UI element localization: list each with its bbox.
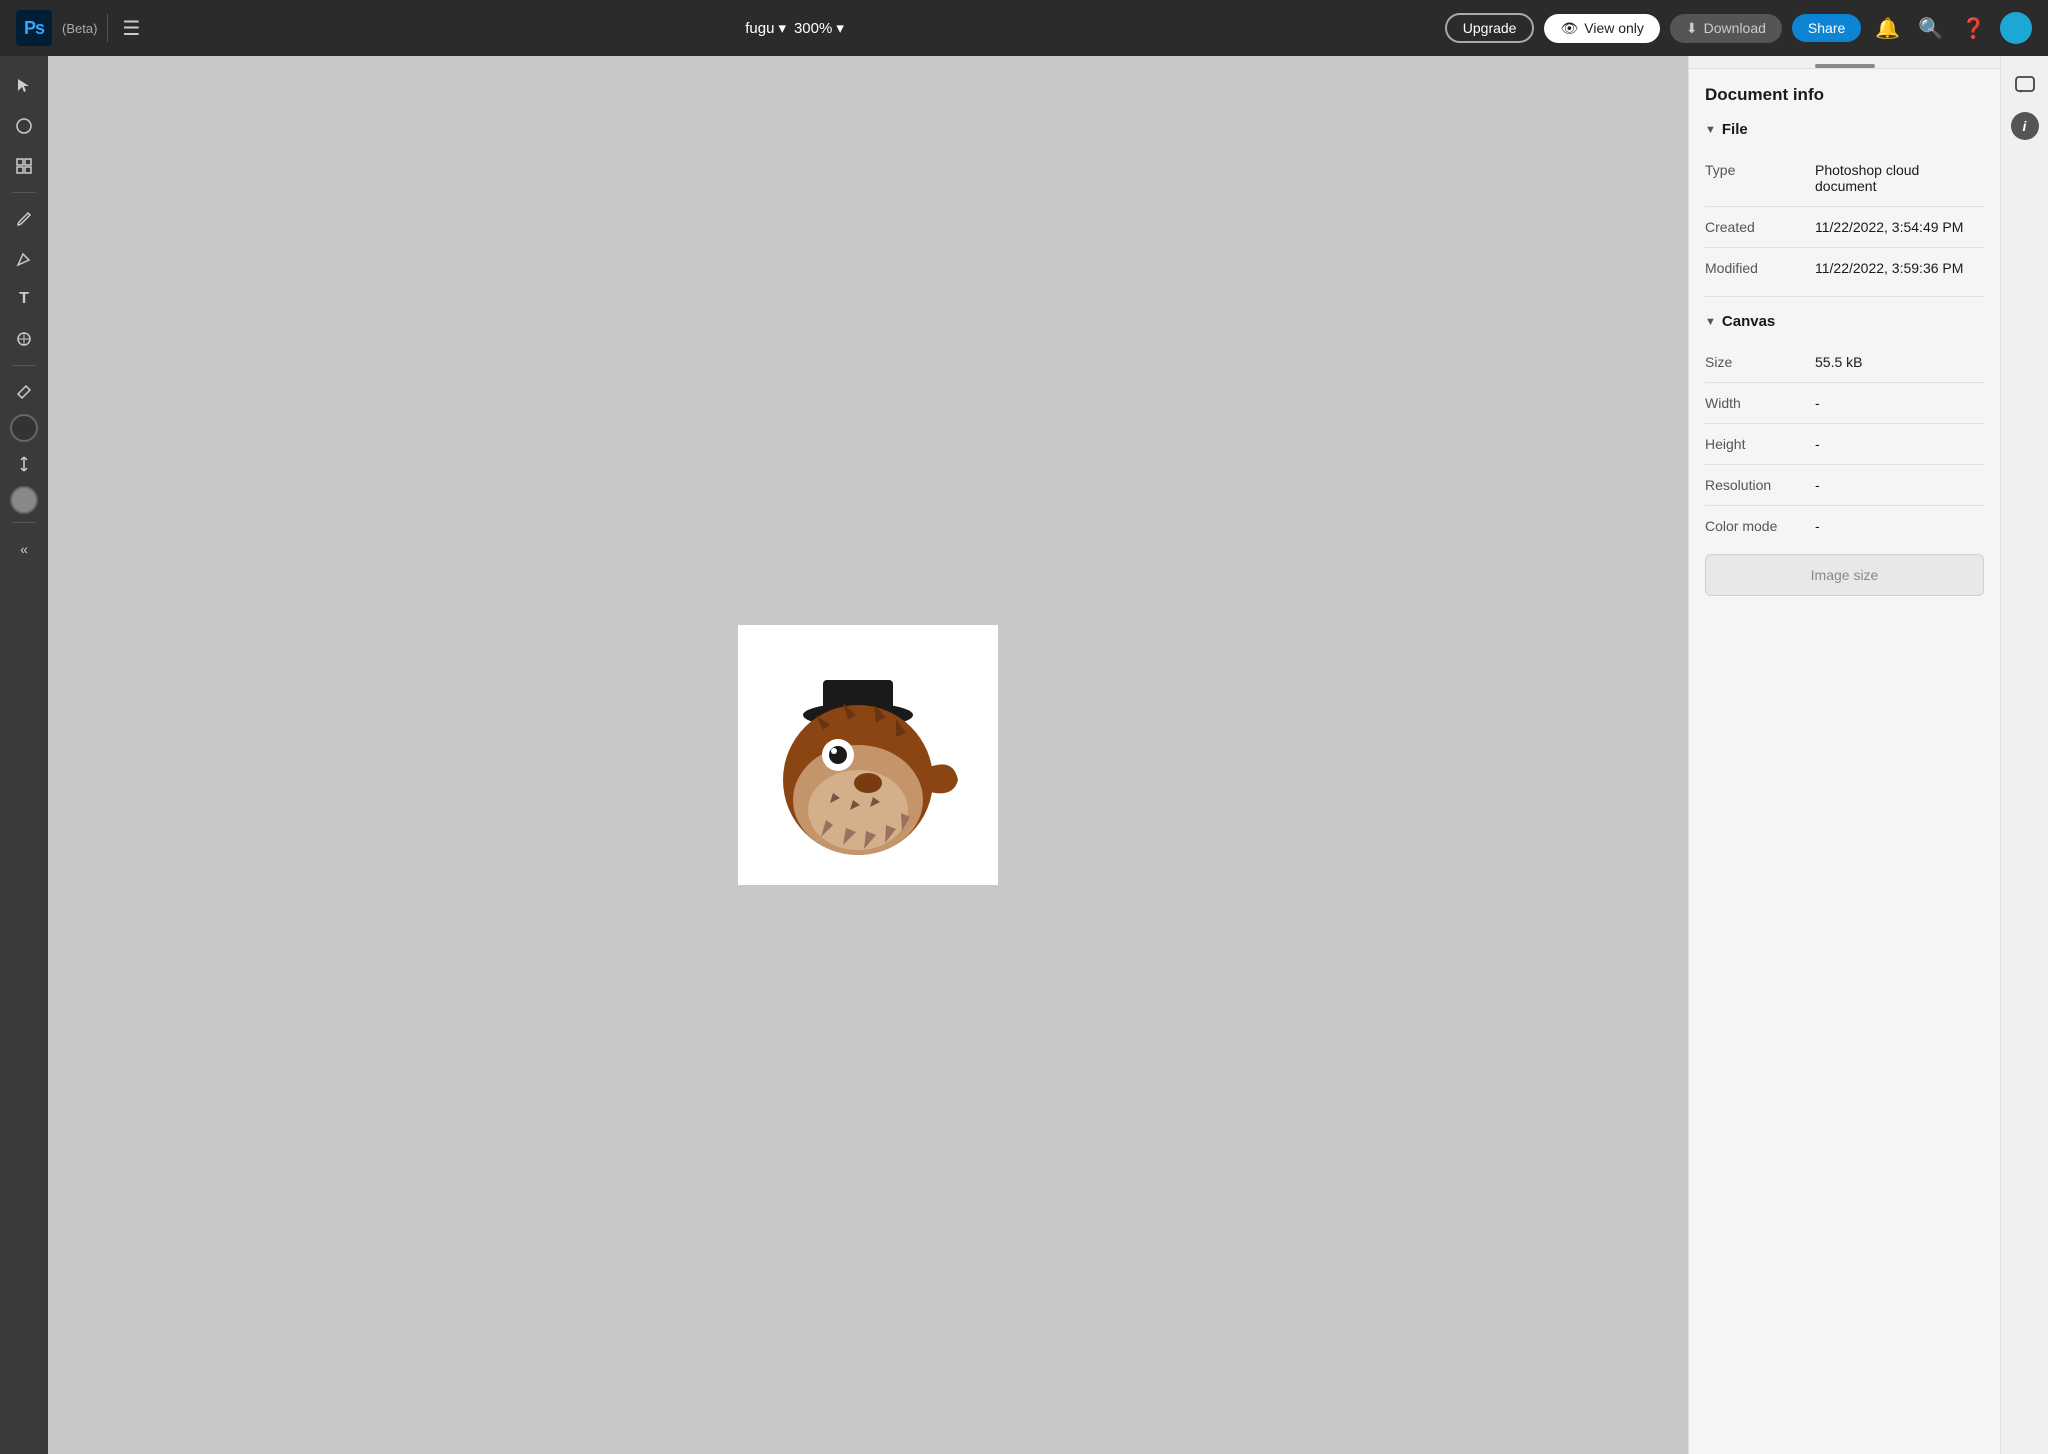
topbar-right: Upgrade 👁 View only ⬇ Download Share 🔔 🔍…: [1445, 12, 2032, 45]
chevron-icon-2: ▼: [1705, 316, 1716, 328]
type-value: Photoshop cloud document: [1815, 162, 1984, 194]
topbar: Ps (Beta) ☰ fugu ▾ 300% ▾ Upgrade 👁 View…: [0, 0, 2048, 56]
right-panel: Document info ▼ File Type Photoshop clou…: [1688, 56, 2000, 1454]
viewonly-button[interactable]: 👁 View only: [1544, 14, 1659, 43]
created-label: Created: [1705, 219, 1815, 235]
type-row: Type Photoshop cloud document: [1705, 150, 1984, 207]
upgrade-button[interactable]: Upgrade: [1445, 13, 1535, 43]
height-label: Height: [1705, 436, 1815, 452]
eyedropper-tool[interactable]: [6, 374, 42, 410]
shape-tool[interactable]: [6, 321, 42, 357]
modified-label: Modified: [1705, 260, 1815, 276]
collapse-toolbar-button[interactable]: «: [6, 531, 42, 567]
canvas-area: [48, 56, 1688, 1454]
zoom-button[interactable]: 300% ▾: [794, 19, 844, 37]
image-size-button[interactable]: Image size: [1705, 554, 1984, 596]
file-info-rows: Type Photoshop cloud document Created 11…: [1705, 150, 1984, 288]
width-label: Width: [1705, 395, 1815, 411]
pen-tool[interactable]: [6, 241, 42, 277]
type-tool[interactable]: T: [6, 281, 42, 317]
created-row: Created 11/22/2022, 3:54:49 PM: [1705, 207, 1984, 248]
topbar-left: Ps (Beta) ☰: [16, 10, 144, 46]
info-icon: i: [2023, 118, 2027, 134]
info-button[interactable]: i: [2011, 112, 2039, 140]
section-divider: [1705, 296, 1984, 297]
panel-tab-indicator: [1815, 64, 1875, 68]
created-value: 11/22/2022, 3:54:49 PM: [1815, 219, 1963, 235]
canvas-section-title: Canvas: [1722, 313, 1775, 330]
panel-title: Document info: [1705, 85, 1984, 105]
crop-tool[interactable]: [6, 108, 42, 144]
scroll-tool[interactable]: [6, 446, 42, 482]
tool-separator: [12, 192, 36, 193]
canvas-image: [738, 625, 998, 885]
background-color[interactable]: [10, 486, 38, 514]
filename-button[interactable]: fugu ▾: [745, 19, 786, 37]
file-section-header[interactable]: ▼ File: [1705, 121, 1984, 138]
download-icon: ⬇: [1686, 20, 1698, 37]
size-row: Size 55.5 kB: [1705, 342, 1984, 383]
height-value: -: [1815, 436, 1820, 452]
select-tool[interactable]: [6, 68, 42, 104]
tool-separator-3: [12, 522, 36, 523]
colormode-value: -: [1815, 518, 1820, 534]
modified-value: 11/22/2022, 3:59:36 PM: [1815, 260, 1963, 276]
canvas-info-rows: Size 55.5 kB Width - Height - Resolution…: [1705, 342, 1984, 546]
menu-button[interactable]: ☰: [118, 12, 144, 45]
beta-label: (Beta): [62, 21, 97, 36]
resolution-label: Resolution: [1705, 477, 1815, 493]
resolution-value: -: [1815, 477, 1820, 493]
panel-content: Document info ▼ File Type Photoshop clou…: [1689, 69, 2000, 612]
download-button[interactable]: ⬇ Download: [1670, 14, 1782, 43]
notifications-button[interactable]: 🔔: [1871, 12, 1904, 45]
colormode-label: Color mode: [1705, 518, 1815, 534]
size-value: 55.5 kB: [1815, 354, 1862, 370]
tool-separator-2: [12, 365, 36, 366]
width-row: Width -: [1705, 383, 1984, 424]
comment-button[interactable]: [2007, 68, 2043, 104]
canvas-section-header[interactable]: ▼ Canvas: [1705, 313, 1984, 330]
main: T «: [0, 56, 2048, 1454]
type-label: Type: [1705, 162, 1815, 178]
foreground-color[interactable]: [10, 414, 38, 442]
file-section-title: File: [1722, 121, 1748, 138]
transform-tool[interactable]: [6, 148, 42, 184]
topbar-center: fugu ▾ 300% ▾: [156, 19, 1432, 37]
eye-icon: 👁: [1560, 20, 1578, 37]
chevron-down-icon: ▾: [836, 19, 844, 37]
width-value: -: [1815, 395, 1820, 411]
divider: [107, 14, 108, 42]
resolution-row: Resolution -: [1705, 465, 1984, 506]
left-toolbar: T «: [0, 56, 48, 1454]
help-button[interactable]: ❓: [1957, 12, 1990, 45]
height-row: Height -: [1705, 424, 1984, 465]
panel-tabs: [1689, 56, 2000, 69]
chevron-icon: ▼: [1705, 124, 1716, 136]
size-label: Size: [1705, 354, 1815, 370]
far-right-panel: i: [2000, 56, 2048, 1454]
avatar[interactable]: [2000, 12, 2032, 44]
search-button[interactable]: 🔍: [1914, 12, 1947, 45]
brush-tool[interactable]: [6, 201, 42, 237]
colormode-row: Color mode -: [1705, 506, 1984, 546]
share-button[interactable]: Share: [1792, 14, 1861, 42]
ps-logo: Ps: [16, 10, 52, 46]
chevron-down-icon: ▾: [778, 19, 786, 37]
modified-row: Modified 11/22/2022, 3:59:36 PM: [1705, 248, 1984, 288]
